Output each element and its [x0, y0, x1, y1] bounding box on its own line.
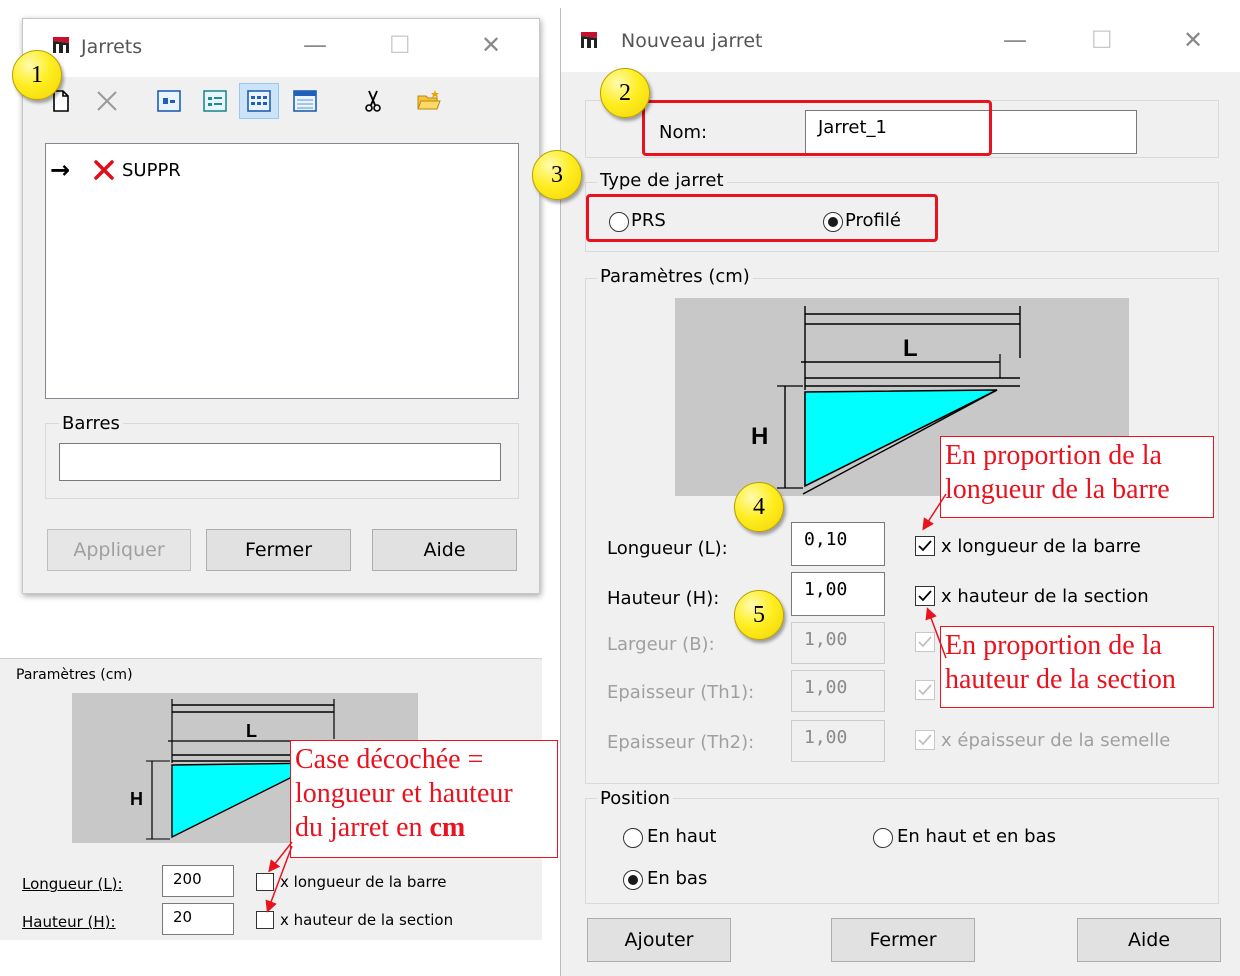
callout-line-2: longueur et hauteur — [295, 778, 513, 809]
inset-longueur-checkbox[interactable] — [256, 873, 274, 891]
epaisseur-th1-label: Epaisseur (Th1): — [607, 682, 755, 703]
current-arrow-icon: → — [50, 156, 71, 184]
step-badge-2: 2 — [600, 68, 650, 118]
view-small-icons-icon[interactable] — [203, 89, 227, 113]
longueur-checkbox-label[interactable]: x longueur de la barre — [941, 536, 1141, 557]
step-badge-1: 1 — [12, 50, 62, 100]
list-item-label: SUPPR — [122, 160, 181, 181]
barres-input[interactable] — [59, 443, 501, 481]
maximize-button[interactable]: ☐ — [389, 33, 411, 57]
add-button[interactable]: Ajouter — [587, 918, 731, 962]
hauteur-checkbox-label[interactable]: x hauteur de la section — [941, 586, 1149, 607]
close-dialog-button[interactable]: Fermer — [206, 529, 351, 571]
view-list-icon — [247, 90, 271, 112]
check-icon — [918, 684, 932, 696]
inset-hauteur-input[interactable]: 20 — [162, 903, 234, 935]
inset-diagram-l-label: L — [246, 721, 257, 741]
app-icon — [579, 30, 599, 50]
check-icon — [918, 636, 932, 648]
type-jarret-label: Type de jarret — [597, 170, 727, 191]
check-icon — [918, 734, 932, 746]
largeur-label: Largeur (B): — [607, 634, 715, 655]
en-haut-radio[interactable] — [623, 828, 643, 848]
en-haut-et-en-bas-radio[interactable] — [873, 828, 893, 848]
position-label: Position — [597, 788, 674, 809]
hauteur-checkbox[interactable] — [915, 586, 935, 606]
inset-hauteur-label: Hauteur (H): — [22, 913, 116, 931]
toolbar — [23, 77, 539, 121]
close-button[interactable]: ✕ — [1183, 28, 1203, 52]
minimize-button[interactable]: — — [303, 33, 327, 57]
barres-group-label: Barres — [59, 413, 123, 434]
help-button[interactable]: Aide — [372, 529, 517, 571]
inset-hauteur-checkbox[interactable] — [256, 911, 274, 929]
epaisseur-th2-checkbox-label[interactable]: x épaisseur de la semelle — [941, 730, 1170, 751]
callout-line-1: Case décochée = — [295, 744, 484, 775]
callout-bold-cm: cm — [429, 812, 466, 843]
step-badge-3: 3 — [532, 150, 582, 200]
delete-icon[interactable] — [95, 89, 119, 113]
close-button[interactable]: ✕ — [481, 33, 501, 57]
view-large-icons-icon[interactable] — [157, 89, 181, 113]
inset-longueur-checkbox-label[interactable]: x longueur de la barre — [280, 873, 447, 891]
epaisseur-th1-checkbox[interactable] — [915, 680, 935, 700]
title-bar: Jarrets — ☐ ✕ — [23, 19, 539, 77]
callout-line-3-text: du jarret en — [295, 812, 423, 843]
parametres-label: Paramètres (cm) — [597, 266, 753, 287]
step-badge-4: 4 — [734, 482, 784, 532]
open-folder-icon[interactable] — [417, 89, 441, 113]
en-bas-label[interactable]: En bas — [647, 868, 707, 889]
diagram-l-label: L — [903, 335, 918, 362]
inset-longueur-input[interactable]: 200 — [162, 865, 234, 897]
check-icon — [918, 540, 932, 552]
close-dialog-button[interactable]: Fermer — [831, 918, 975, 962]
step-badge-5: 5 — [734, 590, 784, 640]
help-button[interactable]: Aide — [1077, 918, 1221, 962]
callout-longueur: En proportion de la longueur de la barre — [940, 436, 1214, 518]
callout-hauteur: En proportion de la hauteur de la sectio… — [940, 626, 1214, 708]
app-icon — [51, 35, 71, 55]
title-bar: Nouveau jarret — ☐ ✕ — [561, 8, 1240, 72]
deleted-x-icon — [94, 160, 114, 180]
epaisseur-th1-input[interactable]: 1,00 — [791, 670, 885, 712]
epaisseur-th2-input[interactable]: 1,00 — [791, 720, 885, 762]
epaisseur-th2-label: Epaisseur (Th2): — [607, 732, 755, 753]
inset-diagram-h-label: H — [130, 789, 143, 809]
largeur-input[interactable]: 1,00 — [791, 622, 885, 664]
en-bas-radio[interactable] — [623, 870, 643, 890]
longueur-input[interactable]: 0,10 — [791, 522, 885, 566]
longueur-checkbox[interactable] — [915, 536, 935, 556]
maximize-button[interactable]: ☐ — [1091, 28, 1113, 52]
view-details-icon[interactable] — [293, 89, 317, 113]
inset-longueur-label: Longueur (L): — [22, 875, 123, 893]
apply-button[interactable]: Appliquer — [47, 529, 191, 571]
callout-line-3: du jarret en cm — [295, 811, 553, 845]
longueur-label: Longueur (L): — [607, 538, 728, 559]
minimize-button[interactable]: — — [1003, 28, 1027, 52]
callout-case-decochee: Case décochée = longueur et hauteur du j… — [290, 740, 558, 858]
epaisseur-th2-checkbox[interactable] — [915, 730, 935, 750]
jarrets-list[interactable]: → SUPPR — [45, 143, 519, 399]
hauteur-label: Hauteur (H): — [607, 588, 720, 609]
check-icon — [918, 590, 932, 602]
jarrets-window: Jarrets — ☐ ✕ → SUPPR Barres Appliquer F… — [22, 18, 540, 594]
diagram-h-label: H — [751, 423, 768, 450]
window-title: Nouveau jarret — [621, 30, 763, 52]
en-haut-label[interactable]: En haut — [647, 826, 716, 847]
list-item[interactable]: → SUPPR — [50, 156, 350, 188]
inset-hauteur-checkbox-label[interactable]: x hauteur de la section — [280, 911, 453, 929]
window-title: Jarrets — [81, 36, 143, 58]
hauteur-input[interactable]: 1,00 — [791, 572, 885, 616]
inset-parametres-label: Paramètres (cm) — [16, 667, 133, 683]
en-haut-et-en-bas-label[interactable]: En haut et en bas — [897, 826, 1056, 847]
type-highlight-box — [586, 194, 938, 242]
cut-scissors-icon[interactable] — [361, 89, 385, 113]
nom-highlight-box — [642, 100, 992, 156]
largeur-checkbox[interactable] — [915, 632, 935, 652]
